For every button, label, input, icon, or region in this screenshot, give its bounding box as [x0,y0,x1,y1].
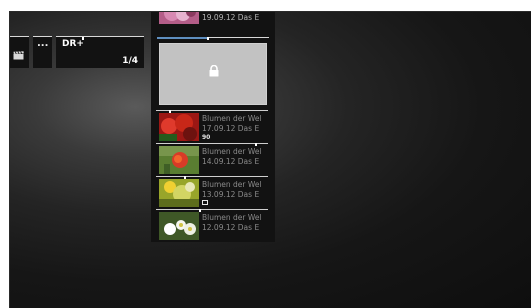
recording-title: Blumen der Wel [202,147,262,156]
recording-thumbnail [159,12,199,24]
recording-status-icon [202,200,208,205]
item-divider [156,110,268,111]
list-item[interactable]: Blumen der Wel 14.09.12 Das E [151,143,275,175]
recording-thumbnail [159,113,199,141]
locked-recording-card[interactable] [157,37,269,107]
locked-progress-bar [157,37,207,39]
recording-date: 17.09.12 Das E [202,124,260,133]
list-item[interactable]: Blumen der Wel 17.09.12 Das E 90 [151,110,275,142]
recording-date: 13.09.12 Das E [202,190,260,199]
progress-marker [255,143,257,146]
item-divider [156,209,268,210]
dr-plus-label: DR+ [62,39,84,49]
tv-recordings-screen: ... DR+ 1/4 19.09.12 Das E Blumen der We… [9,11,531,308]
recording-date: 14.09.12 Das E [202,157,260,166]
progress-marker [207,37,209,40]
more-options-button[interactable]: ... [33,36,52,68]
recording-title: Blumen der Wel [202,114,262,123]
locked-preview [159,43,267,105]
recording-thumbnail [159,212,199,240]
recording-date: 19.09.12 Das E [202,13,260,22]
dr-plus-tile[interactable]: DR+ 1/4 [56,36,144,68]
lock-icon [209,65,219,77]
age-rating-badge: 90 [202,134,211,141]
progress-marker [199,209,201,212]
recording-thumbnail [159,146,199,174]
page-indicator: 1/4 [122,56,138,66]
recording-title: Blumen der Wel [202,213,262,222]
recording-title: Blumen der Wel [202,180,262,189]
list-item[interactable]: Blumen der Wel 13.09.12 Das E [151,176,275,208]
item-divider [156,143,268,144]
recording-date: 12.09.12 Das E [202,223,260,232]
clapper-button[interactable] [10,36,29,68]
list-item[interactable]: Blumen der Wel 12.09.12 Das E [151,209,275,241]
recording-thumbnail [159,179,199,207]
more-options-label: ... [37,38,49,49]
clapperboard-icon [13,51,24,60]
item-divider [156,176,268,177]
list-item[interactable]: 19.09.12 Das E [151,12,275,36]
recordings-column: 19.09.12 Das E Blumen der Wel 17.09.12 D… [151,12,275,242]
